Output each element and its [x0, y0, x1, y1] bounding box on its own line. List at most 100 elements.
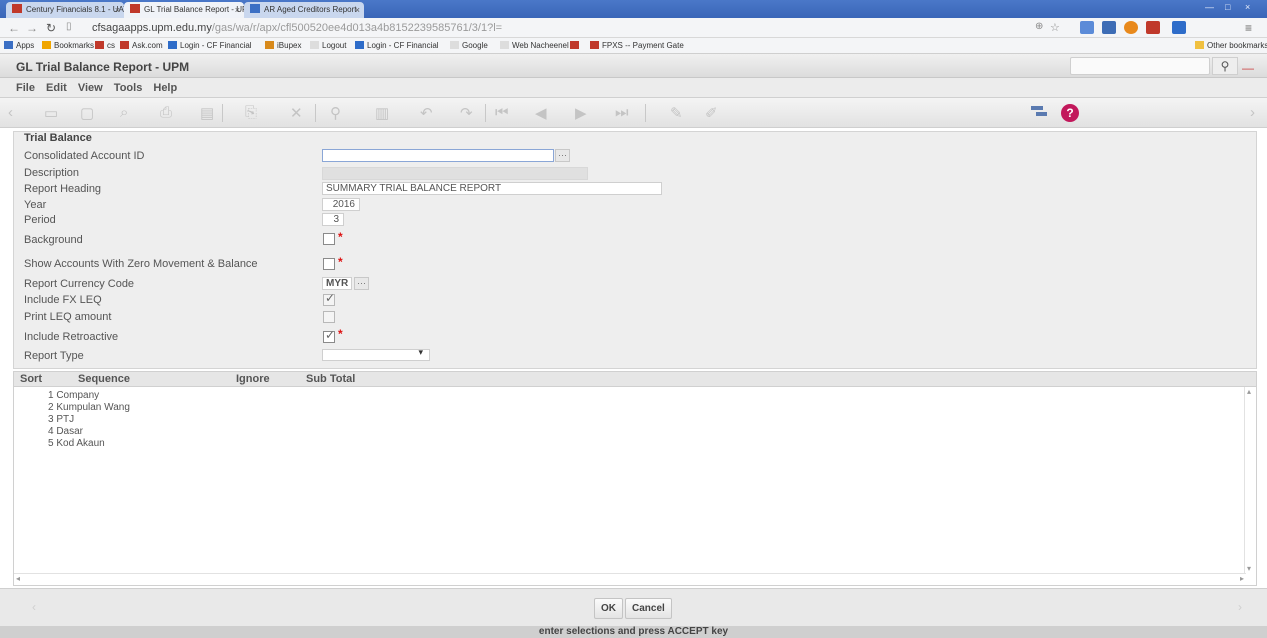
print-icon[interactable]: ⎙ — [160, 104, 172, 121]
toolbar: ‹ ▭ ▢ ⌕ ⎙ ▤ ⎘ ✕ ⚲ ▥ ↶ ↷ ⏮ ◀ ▶ ⏭ ✎ ✐ ? › — [0, 98, 1267, 128]
scroll-right-icon[interactable]: ▸ — [1240, 574, 1244, 583]
report-type-select[interactable]: ▾ — [322, 347, 430, 361]
period-input[interactable]: 3 — [322, 213, 344, 226]
zoom-icon[interactable]: ⚲ — [330, 104, 341, 122]
extension-icon[interactable] — [1146, 21, 1160, 34]
include-retroactive-checkbox[interactable]: ✓ — [323, 328, 335, 343]
browser-tab-3[interactable]: AR Aged Creditors Report × — [244, 2, 364, 18]
column-header-sort[interactable]: Sort — [20, 372, 42, 386]
chrome-menu-icon[interactable]: ≡ — [1245, 21, 1252, 35]
back-arrow-icon[interactable]: ← — [8, 21, 20, 35]
undo-icon[interactable]: ↶ — [420, 104, 433, 122]
scroll-right-icon[interactable]: › — [1250, 104, 1255, 121]
forward-arrow-icon[interactable]: → — [26, 21, 38, 35]
ok-button[interactable]: OK — [594, 598, 623, 619]
search-icon[interactable]: ⚲ — [1212, 57, 1238, 75]
copy-icon[interactable]: ⎘ — [245, 104, 257, 121]
menu-edit[interactable]: Edit — [46, 82, 67, 94]
redo-icon[interactable]: ↷ — [460, 104, 473, 122]
clear-icon[interactable]: ✐ — [705, 104, 718, 122]
scroll-down-icon[interactable]: ▾ — [1247, 564, 1251, 573]
list-item[interactable]: 3 PTJ — [48, 414, 74, 425]
column-header-sequence[interactable]: Sequence — [78, 372, 130, 386]
edit-icon[interactable]: ✎ — [670, 104, 683, 122]
bookmark-item[interactable]: Google — [450, 38, 488, 53]
bookmark-item[interactable]: Logout — [310, 38, 346, 53]
bookmark-item[interactable]: iBupex — [265, 38, 301, 53]
menu-file[interactable]: File — [16, 82, 35, 94]
extension-icon[interactable] — [1102, 21, 1116, 34]
scroll-right-icon[interactable]: › — [1238, 600, 1242, 614]
scroll-left-icon[interactable]: ◂ — [16, 574, 20, 583]
help-icon[interactable]: ? — [1061, 104, 1079, 122]
bookmark-item[interactable]: FPXS -- Payment Gate — [590, 38, 684, 53]
close-tab-icon[interactable]: × — [355, 2, 360, 18]
report-currency-input[interactable]: MYR — [322, 277, 352, 290]
print-leq-checkbox[interactable] — [323, 311, 335, 323]
scroll-up-icon[interactable]: ▴ — [1247, 387, 1251, 396]
filter-icon[interactable] — [1030, 105, 1048, 119]
vertical-scrollbar[interactable]: ▴ ▾ — [1244, 387, 1256, 573]
bookmark-item[interactable]: Ask.com — [120, 38, 163, 53]
list-item[interactable]: 2 Kumpulan Wang — [48, 402, 130, 413]
menu-tools[interactable]: Tools — [114, 82, 143, 94]
year-input[interactable]: 2016 — [322, 198, 360, 211]
bookmark-item[interactable]: Login - CF Financial — [355, 38, 439, 53]
lookup-icon[interactable]: ⋯ — [354, 277, 369, 290]
report-heading-input[interactable]: SUMMARY TRIAL BALANCE REPORT — [322, 182, 662, 195]
url-field[interactable]: cfsagaapps.upm.edu.my/gas/wa/r/apx/cfl50… — [92, 21, 1022, 36]
reload-icon[interactable]: ↻ — [46, 21, 56, 35]
save-icon[interactable]: ▤ — [200, 104, 214, 122]
other-bookmarks[interactable]: Other bookmarks — [1195, 38, 1267, 53]
scroll-left-icon[interactable]: ‹ — [32, 600, 36, 614]
cancel-button[interactable]: Cancel — [625, 598, 672, 619]
zoom-icon[interactable]: ⊕ — [1035, 21, 1043, 32]
browser-tab-1[interactable]: Century Financials 8.1 - UAT × — [6, 2, 124, 18]
tab-favicon-icon — [250, 4, 260, 13]
include-retroactive-label: Include Retroactive — [24, 331, 119, 343]
close-tab-icon[interactable]: × — [235, 2, 240, 18]
scroll-left-icon[interactable]: ‹ — [8, 104, 13, 121]
menu-view[interactable]: View — [78, 82, 103, 94]
bookmark-item[interactable]: Apps — [4, 38, 34, 53]
close-window-icon[interactable]: × — [1245, 2, 1250, 12]
next-record-icon[interactable]: ▶ — [575, 104, 587, 122]
last-record-icon[interactable]: ⏭ — [615, 104, 629, 121]
minimize-window-icon[interactable]: — — [1205, 2, 1214, 12]
bookmark-item[interactable]: cs — [95, 38, 115, 53]
extension-icon[interactable] — [1172, 21, 1186, 34]
consolidated-account-id-input[interactable] — [322, 149, 554, 162]
show-zero-checkbox[interactable] — [323, 258, 335, 270]
find-icon[interactable]: ⌕ — [120, 104, 128, 121]
browser-tab-2[interactable]: GL Trial Balance Report - UP × — [124, 2, 244, 18]
background-checkbox[interactable] — [323, 233, 335, 245]
extension-icon[interactable] — [1124, 21, 1138, 34]
bookmark-item[interactable]: Login - CF Financial — [168, 38, 252, 53]
new-record-icon[interactable]: ▭ — [44, 104, 58, 122]
column-header-ignore[interactable]: Ignore — [236, 372, 270, 386]
bookmark-star-icon[interactable]: ☆ — [1050, 21, 1060, 34]
list-item[interactable]: 4 Dasar — [48, 426, 83, 437]
lookup-icon[interactable]: ⋯ — [555, 149, 570, 162]
toolbar-separator — [645, 104, 646, 122]
list-item[interactable]: 1 Company — [48, 390, 99, 401]
open-icon[interactable]: ▢ — [80, 104, 94, 122]
bookmark-item[interactable]: Web Nacheenel — [500, 38, 569, 53]
close-tab-icon[interactable]: × — [115, 2, 120, 18]
horizontal-scrollbar[interactable]: ◂ ▸ — [14, 573, 1246, 585]
maximize-window-icon[interactable]: □ — [1225, 2, 1230, 12]
app-search-input[interactable] — [1070, 57, 1210, 75]
menu-help[interactable]: Help — [153, 82, 177, 94]
list-item[interactable]: 5 Kod Akaun — [48, 438, 105, 449]
url-host: cfsagaapps.upm.edu.my — [92, 22, 212, 34]
attach-icon[interactable]: ▥ — [375, 104, 389, 122]
delete-icon[interactable]: ✕ — [290, 104, 303, 122]
bookmark-item[interactable] — [570, 38, 582, 53]
previous-record-icon[interactable]: ◀ — [535, 104, 547, 122]
bookmark-item[interactable]: Bookmarks — [42, 38, 94, 53]
column-header-sub-total[interactable]: Sub Total — [306, 372, 355, 386]
first-record-icon[interactable]: ⏮ — [495, 104, 509, 121]
minimize-app-icon[interactable]: — — [1242, 61, 1254, 75]
include-fx-leq-checkbox[interactable]: ✓ — [323, 291, 335, 306]
extension-icon[interactable] — [1080, 21, 1094, 34]
